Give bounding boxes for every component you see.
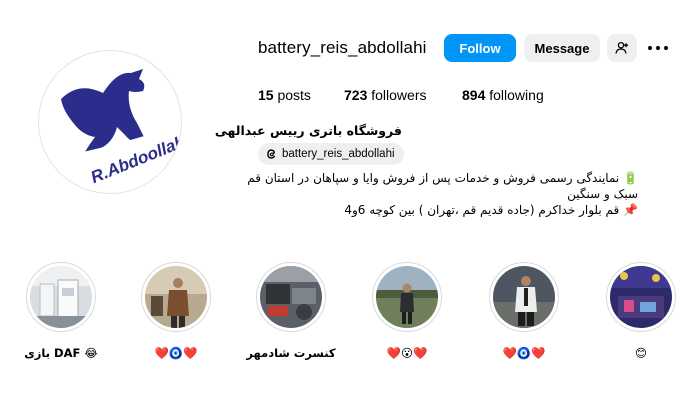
gym-machine-photo-icon [30, 266, 92, 328]
message-button[interactable]: Message [524, 34, 600, 62]
followers-count-value: 723 [344, 87, 368, 103]
highlight-cover[interactable] [372, 262, 442, 332]
full-name: فروشگاه باتری رییس عبدالهی [214, 123, 402, 138]
highlight-label: ❤️😮❤️ [386, 346, 428, 360]
posts-label: posts [277, 87, 311, 103]
more-options-icon[interactable] [645, 40, 671, 56]
posts-count[interactable]: 15 posts [258, 87, 311, 103]
follow-button[interactable]: Follow [444, 34, 516, 62]
concert-stage-photo-icon [610, 266, 672, 328]
highlight-cover[interactable] [489, 262, 559, 332]
bio-text: 🔋 نمایندگی رسمی فروش و خدمات پس از فروش … [247, 170, 638, 218]
highlight-label: ❤️🧿❤️ [154, 346, 198, 360]
add-user-icon [615, 41, 628, 54]
highlight-cover[interactable] [256, 262, 326, 332]
highlight-label: کنسرت شادمهر [246, 346, 336, 360]
following-count-value: 894 [462, 87, 486, 103]
bio-line: 📌 قم بلوار خداکرم (جاده قدیم قم ،تهران )… [344, 203, 638, 217]
following-label: following [489, 87, 544, 103]
threads-handle: battery_reis_abdollahi [282, 148, 395, 160]
add-user-button[interactable] [607, 34, 637, 62]
outdoor-portrait-photo-icon [376, 266, 438, 328]
car-engine-photo-icon [260, 266, 322, 328]
threads-link[interactable]: battery_reis_abdollahi [258, 143, 404, 165]
man-portrait-photo-icon [145, 266, 207, 328]
kangaroo-logo-icon: R.Abdoollahi [61, 69, 181, 187]
followers-label: followers [371, 87, 427, 103]
profile-avatar[interactable]: R.Abdoollahi [38, 50, 182, 194]
followers-count[interactable]: 723 followers [344, 87, 427, 103]
highlight-cover[interactable] [606, 262, 676, 332]
following-count[interactable]: 894 following [462, 87, 544, 103]
threads-icon [267, 149, 276, 159]
bio-line: سبک و سنگین [567, 187, 638, 201]
highlight-label: 😊 [635, 346, 647, 360]
highlight-cover[interactable] [141, 262, 211, 332]
posts-count-value: 15 [258, 87, 274, 103]
profile-header: battery_reis_abdollahi [258, 34, 427, 62]
username: battery_reis_abdollahi [258, 38, 427, 57]
highlight-label: ❤️🧿❤️ [502, 346, 546, 360]
highlight-cover[interactable] [26, 262, 96, 332]
bio-line: 🔋 نمایندگی رسمی فروش و خدمات پس از فروش … [247, 171, 638, 185]
highlight-label: بازی DAF 😂 [24, 346, 98, 360]
suit-portrait-photo-icon [493, 266, 555, 328]
